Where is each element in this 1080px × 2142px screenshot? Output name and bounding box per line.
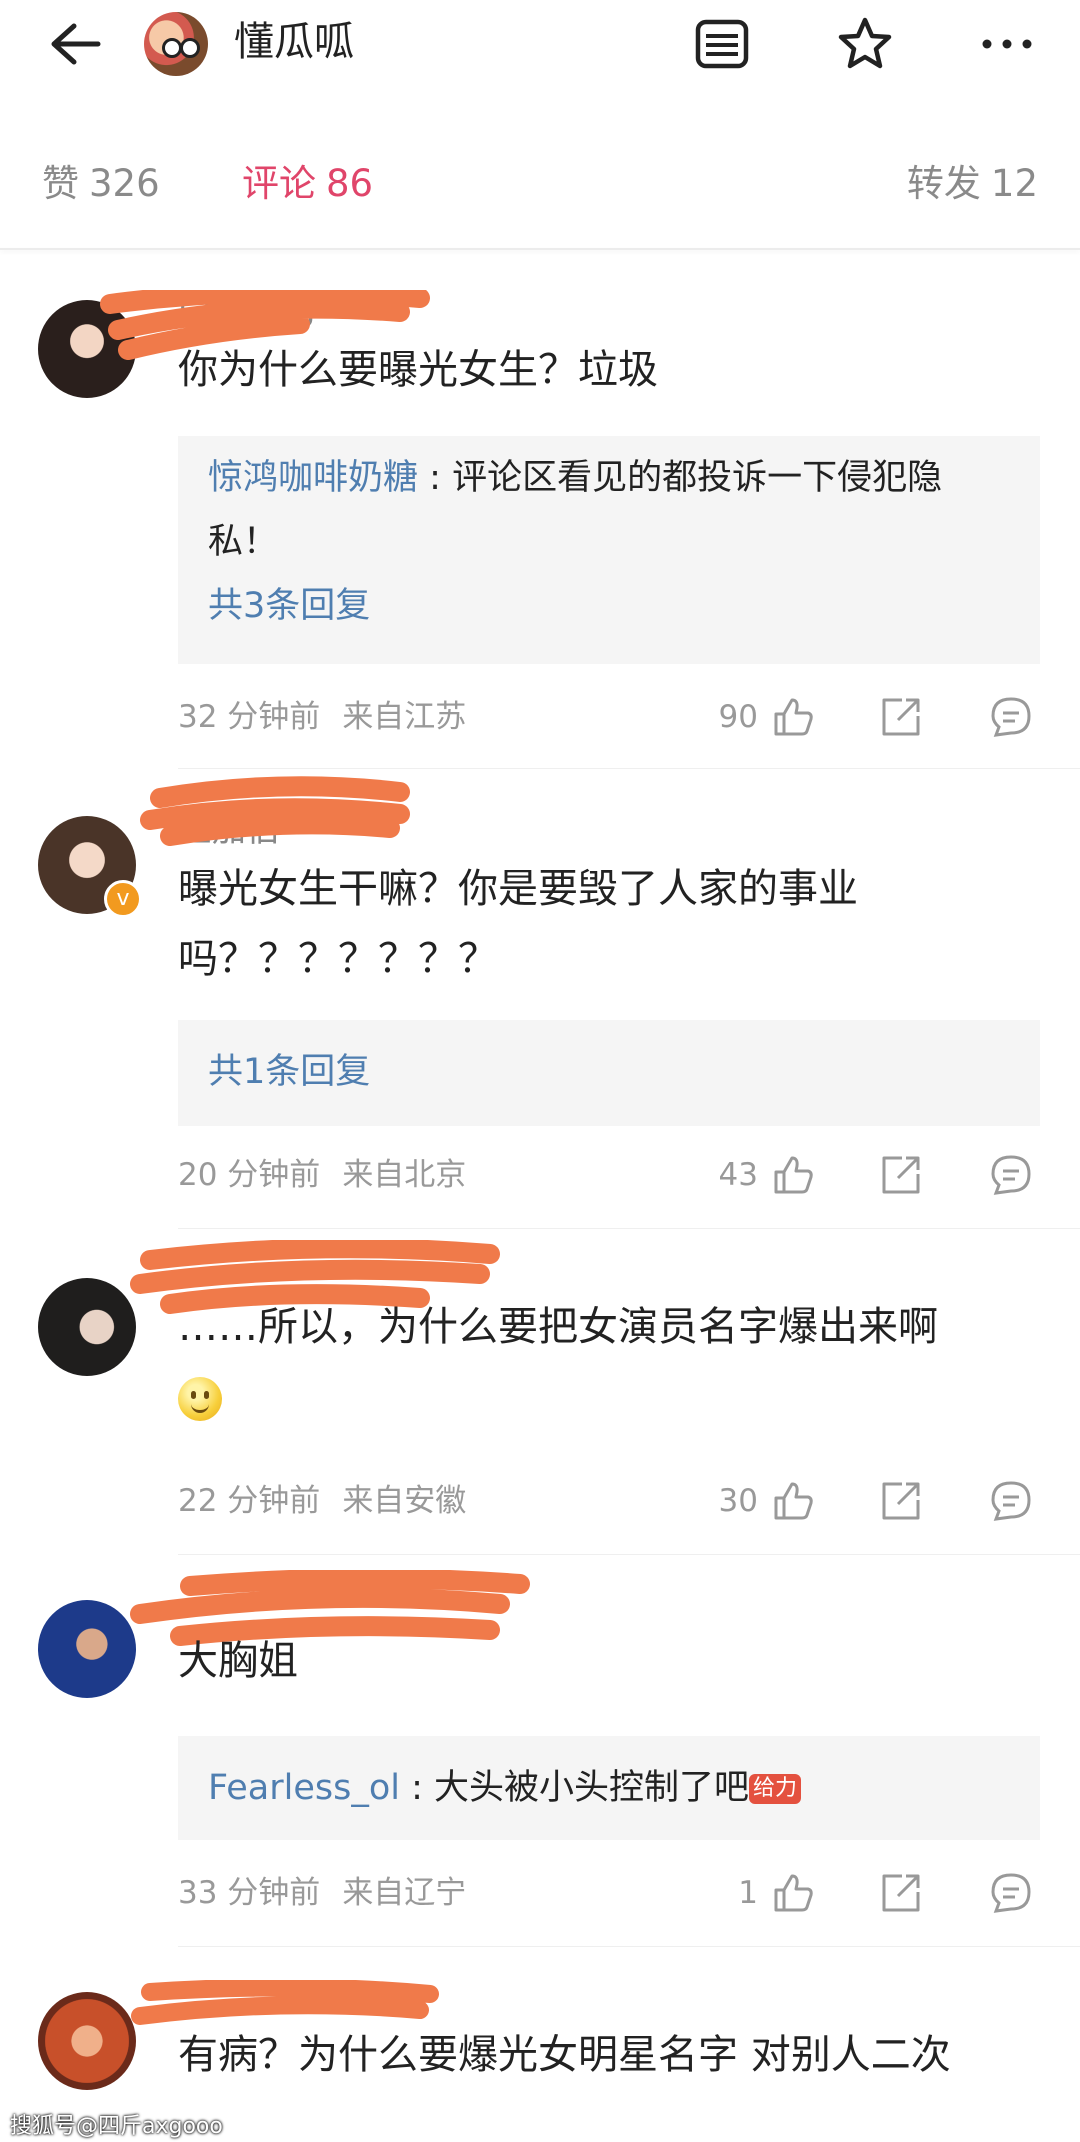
comment-meta: 32 分钟前 来自江苏 <box>178 692 466 742</box>
reply-line: Fearless_ol : 大头被小头控制了吧 给力 <box>178 1736 1040 1820</box>
tab-reposts[interactable]: 转发 12 <box>907 150 1038 218</box>
tab-comments[interactable]: 评论 86 <box>242 150 373 218</box>
tab-divider <box>0 248 1080 250</box>
tab-likes[interactable]: 赞 326 <box>42 150 160 218</box>
like-count: 1 <box>738 1875 758 1911</box>
more-icon[interactable] <box>975 14 1039 74</box>
comment-location: 来自辽宁 <box>342 1875 467 1911</box>
comment-location: 来自北京 <box>342 1157 467 1193</box>
share-icon[interactable] <box>878 1152 924 1198</box>
comment-text-content: ……所以，为什么要把女演员名字爆出来啊 <box>178 1304 938 1350</box>
comment-time: 22 分钟前 <box>178 1483 321 1519</box>
comment-location: 来自安徽 <box>342 1483 467 1519</box>
tab-likes-count: 326 <box>89 162 160 205</box>
reply-bubble-icon[interactable] <box>988 1870 1034 1916</box>
note-icon[interactable] <box>690 14 754 74</box>
comment-meta: 20 分钟前 来自北京 <box>178 1150 466 1200</box>
tab-bar: 赞 326 评论 86 转发 12 <box>0 150 1080 220</box>
watermark: 搜狐号@四斤axgooo <box>10 2114 223 2139</box>
share-icon[interactable] <box>878 694 924 740</box>
reply-bubble-icon[interactable] <box>988 694 1034 740</box>
comment-text: 大胸姐 <box>178 1638 298 1684</box>
verified-badge: v <box>104 880 142 918</box>
comment-text: 曝光女生干嘛？你是要毁了人家的事业吗？？？？？？？ <box>178 866 858 982</box>
tab-comments-label: 评论 <box>242 162 316 205</box>
divider <box>178 1228 1080 1229</box>
divider <box>178 1554 1080 1555</box>
account-title[interactable]: 懂瓜呱 <box>234 14 354 70</box>
reply-box[interactable]: 惊鸿咖啡奶糖 : 评论区看见的都投诉一下侵犯隐私！ 共3条回复 <box>178 436 1040 664</box>
smile-emoji-icon <box>178 1377 222 1421</box>
reply-bubble-icon[interactable] <box>988 1478 1034 1524</box>
comment-time: 32 分钟前 <box>178 699 321 735</box>
reply-line: 惊鸿咖啡奶糖 : 评论区看见的都投诉一下侵犯隐私！ <box>178 436 1040 574</box>
geili-emoji-icon: 给力 <box>749 1774 802 1804</box>
like-count: 43 <box>718 1157 758 1193</box>
thumbs-up-icon[interactable] <box>770 1152 816 1198</box>
reply-box[interactable]: 共1条回复 <box>178 1020 1040 1126</box>
reply-more-link[interactable]: 共3条回复 <box>178 574 1040 638</box>
comment-text: 你为什么要曝光女生？垃圾 <box>178 347 658 393</box>
thumbs-up-icon[interactable] <box>770 694 816 740</box>
comment-time: 20 分钟前 <box>178 1157 321 1193</box>
comment-meta: 33 分钟前 来自辽宁 <box>178 1868 466 1918</box>
reply-username[interactable]: 惊鸿咖啡奶糖 <box>208 458 418 498</box>
thumbs-up-icon[interactable] <box>770 1478 816 1524</box>
top-bar: 懂瓜呱 <box>0 0 1080 90</box>
reply-box[interactable]: Fearless_ol : 大头被小头控制了吧 给力 <box>178 1736 1040 1840</box>
reply-text: 大头被小头控制了吧 <box>434 1768 750 1808</box>
share-icon[interactable] <box>878 1870 924 1916</box>
divider <box>178 1946 1080 1947</box>
comment-time: 33 分钟前 <box>178 1875 321 1911</box>
back-arrow-icon[interactable] <box>40 14 104 74</box>
like-count: 90 <box>718 699 758 735</box>
reply-username[interactable]: Fearless_ol <box>208 1768 400 1808</box>
reply-more-link[interactable]: 共1条回复 <box>178 1020 1040 1104</box>
reply-bubble-icon[interactable] <box>988 1152 1034 1198</box>
account-avatar[interactable] <box>144 12 208 76</box>
thumbs-up-icon[interactable] <box>770 1870 816 1916</box>
tab-comments-count: 86 <box>326 162 374 205</box>
tab-reposts-label: 转发 <box>906 162 981 205</box>
reply-sep: : <box>399 1768 434 1808</box>
tab-likes-label: 赞 <box>42 162 79 205</box>
tab-reposts-count: 12 <box>990 162 1038 205</box>
share-icon[interactable] <box>878 1478 924 1524</box>
comment-meta: 22 分钟前 来自安徽 <box>178 1476 466 1526</box>
comment-text: 有病？为什么要爆光女明星名字 对别人二次 <box>178 2032 951 2078</box>
like-count: 30 <box>718 1483 758 1519</box>
star-icon[interactable] <box>833 14 897 74</box>
divider <box>178 768 1080 769</box>
comment-text: ……所以，为什么要把女演员名字爆出来啊 <box>178 1292 1040 1432</box>
comment-location: 来自江苏 <box>342 699 467 735</box>
reply-sep: : <box>418 458 453 498</box>
